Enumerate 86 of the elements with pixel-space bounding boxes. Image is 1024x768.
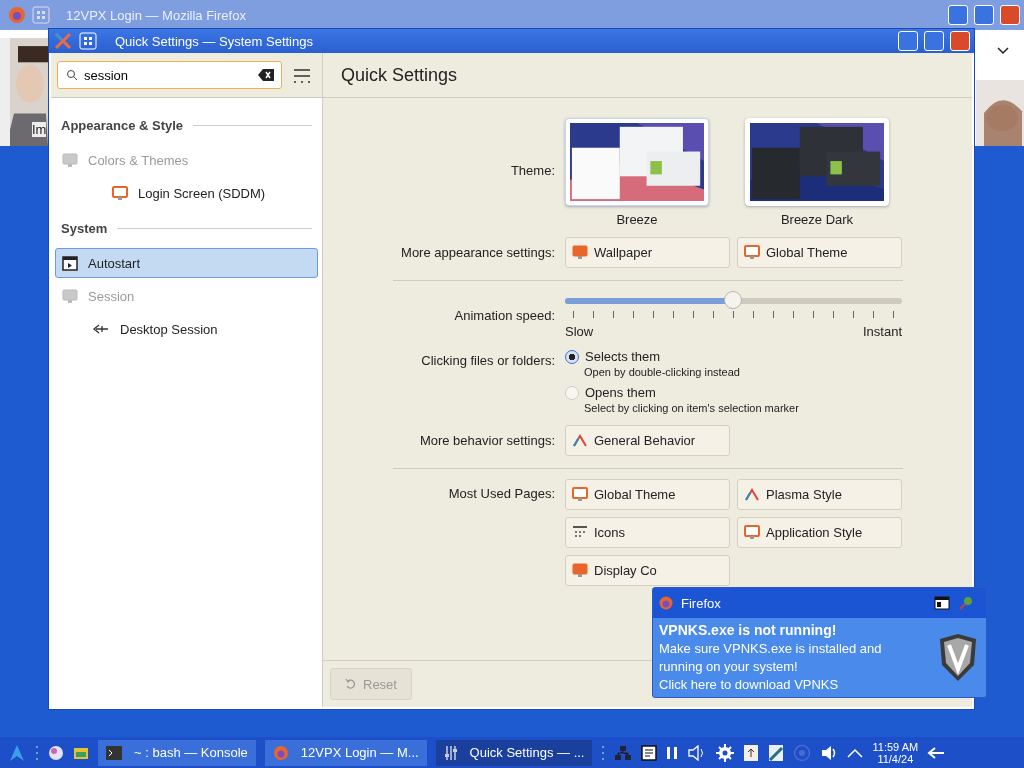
grip-icon [601,743,606,762]
notification-popup[interactable]: Firefox VPNKS.exe is not running! Make sure VPNKS.exe is installed and running on your system! Click here to download VPNKS [652,587,987,698]
notes-icon[interactable] [641,744,658,761]
section-heading: System [61,220,108,236]
field-label: Animation speed: [453,307,555,323]
close-button[interactable] [950,31,970,51]
monitor-icon [572,245,588,260]
page-button[interactable]: Wallpaper [565,237,730,268]
monitor-icon [62,152,78,168]
slider-track[interactable] [565,291,902,311]
arrow-icon [92,323,110,335]
monitor-icon [744,245,760,260]
window-title: 12VPX Login — Mozilla Firefox [66,7,246,23]
grip-icon [35,743,39,762]
minimize-button[interactable] [898,31,918,51]
arrow-icon[interactable] [927,745,946,760]
monitor-icon [572,563,588,578]
monitor-icon [744,525,760,540]
browser-icon [272,744,289,761]
monitor-icon [572,487,588,502]
clock-time[interactable]: 11:59 AM [872,740,919,753]
monitor-icon [112,185,128,201]
clock-date[interactable]: 11/4/24 [877,752,914,765]
window-title: Quick Settings — System Settings [115,33,313,49]
field-label: Clicking files or folders: [420,353,555,368]
field-label: More appearance settings: [400,245,555,260]
page-button[interactable]: General Behavior [565,425,730,456]
page-button[interactable]: Plasma Style [737,479,902,510]
brush-icon [744,487,760,502]
clear-icon[interactable] [258,69,274,81]
undo-icon [345,678,357,690]
page-button[interactable]: Application Style [737,517,902,548]
app-name: Firefox [681,595,721,611]
brush-icon [572,433,588,448]
section-heading: Appearance & Style [61,117,184,133]
restore-button[interactable] [974,5,994,25]
sidebar-item[interactable]: Autostart [55,248,318,278]
menu-icon[interactable] [292,66,312,84]
slider-handle[interactable] [723,291,742,309]
folder-icon[interactable] [73,745,89,760]
field-label: More behavior settings: [418,433,555,448]
close-button[interactable] [1000,5,1020,25]
page-button[interactable]: Global Theme [737,237,902,268]
monitor-icon [62,288,78,304]
grid-icon [32,6,50,24]
globe-icon[interactable] [48,744,64,761]
grid-icon [79,32,97,50]
minimize-button[interactable] [948,5,968,25]
launcher-icon[interactable] [8,743,26,762]
notification-message: Make sure VPNKS.exe is installed and running on your system! [659,639,883,676]
window-icon [62,255,78,271]
browser-icon [659,596,673,610]
expand-icon[interactable] [847,747,864,758]
taskbar-task[interactable]: 12VPX Login — M... [264,739,427,766]
page-button[interactable]: Global Theme [565,479,730,510]
update-icon[interactable] [743,743,760,762]
option-label[interactable]: Opens them [585,385,656,400]
page-text: Im [32,122,47,137]
slider-label: Instant [862,324,902,339]
taskbar-task[interactable]: Quick Settings — ... [435,739,593,766]
theme-name: Breeze Dark [780,212,854,227]
option-label[interactable]: Selects them [585,349,661,364]
tools-icon [53,31,73,51]
page-button[interactable]: Icons [565,517,730,548]
slider-label: Slow [565,324,594,339]
option-hint: Select by clicking on item's selection marker [584,402,799,414]
grid-icon [572,525,588,540]
theme-name: Breeze [616,212,658,227]
page-button[interactable]: Display Co [565,555,730,586]
notification-title: VPNKS.exe is not running! [659,621,838,638]
gear-icon[interactable] [716,743,735,762]
maximize-button[interactable] [924,31,944,51]
field-label: Most Used Pages: [447,486,555,501]
radio-button[interactable] [565,349,579,364]
network-icon[interactable] [614,744,633,761]
page-title: Quick Settings [341,64,458,86]
browser-icon [8,6,26,24]
pause-icon[interactable] [666,745,679,760]
field-label: Theme: [509,163,555,178]
taskbar-task[interactable]: ~ : bash — Konsole [98,739,256,766]
tools-icon [443,744,458,761]
window-icon[interactable] [934,596,950,610]
option-hint: Open by double-clicking instead [584,366,740,378]
terminal-icon [106,745,122,760]
chevron-icon [996,46,1010,56]
search-field[interactable]: session [57,61,282,89]
